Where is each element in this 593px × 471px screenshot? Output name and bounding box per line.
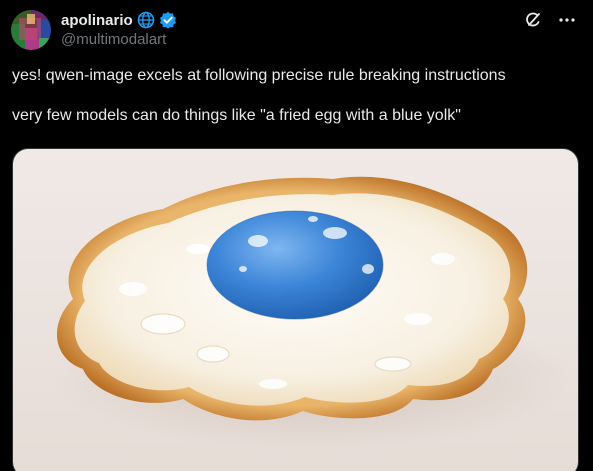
tweet-media-image[interactable] — [12, 148, 579, 471]
avatar[interactable] — [11, 10, 51, 50]
tweet-card: apolinario @multimodalart yes! qwen-imag… — [0, 0, 593, 471]
more-dots-icon[interactable] — [557, 10, 577, 30]
author-name-row: apolinario — [61, 10, 177, 30]
author-handle[interactable]: @multimodalart — [61, 31, 166, 48]
verified-badge-icon[interactable] — [159, 11, 177, 29]
tweet-paragraph: very few models can do things like "a fr… — [12, 107, 461, 124]
tweet-actions — [523, 10, 577, 30]
author-display-name[interactable]: apolinario — [61, 12, 133, 29]
tweet-paragraph: yes! qwen-image excels at following prec… — [12, 67, 506, 84]
grok-icon[interactable] — [523, 10, 543, 30]
tweet-text: yes! qwen-image excels at following prec… — [12, 66, 582, 146]
globe-icon — [137, 11, 155, 29]
